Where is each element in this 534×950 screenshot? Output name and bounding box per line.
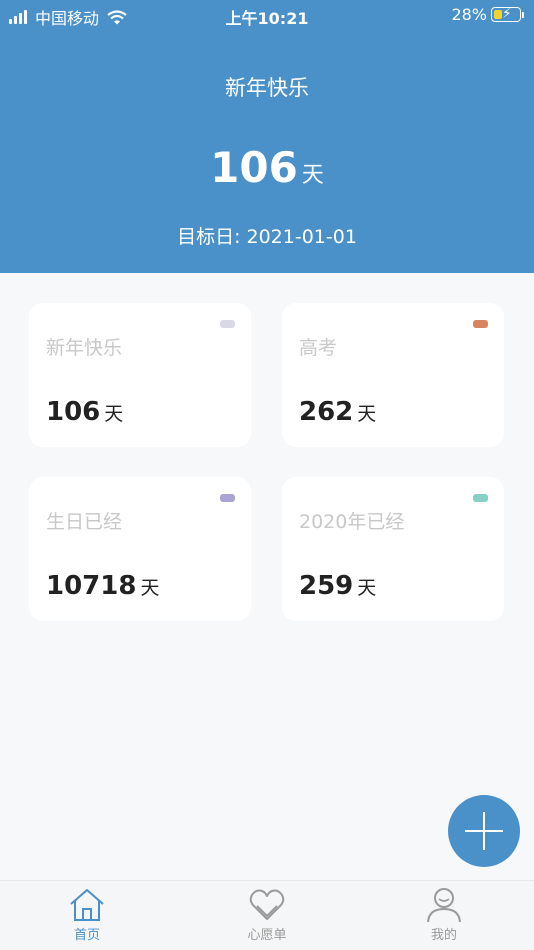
card-days: 262 <box>299 397 354 427</box>
card-title: 生日已经 <box>46 511 123 533</box>
tab-home[interactable]: 首页 <box>47 887 127 943</box>
battery-percent: 28% <box>451 5 487 24</box>
card-unit: 天 <box>104 403 124 425</box>
card-value: 10718 天 <box>46 571 159 601</box>
card-unit: 天 <box>357 577 377 599</box>
card-days: 10718 <box>46 571 137 601</box>
countdown-card-gaokao[interactable]: 高考 262 天 <box>282 303 504 447</box>
card-title: 新年快乐 <box>46 337 123 359</box>
home-icon <box>70 889 104 921</box>
hero-title: 新年快乐 <box>225 76 309 100</box>
card-value: 106 天 <box>46 397 123 427</box>
hero-target-date: 目标日: 2021-01-01 <box>177 226 357 248</box>
countdown-card-year-2020[interactable]: 2020年已经 259 天 <box>282 477 504 621</box>
battery-icon: ⚡ <box>491 6 521 22</box>
card-title: 2020年已经 <box>299 511 405 533</box>
tab-label: 心愿单 <box>247 928 287 943</box>
card-unit: 天 <box>357 403 377 425</box>
countdown-card-birthday[interactable]: 生日已经 10718 天 <box>29 477 251 621</box>
tab-label: 我的 <box>430 928 457 943</box>
tab-bar: 首页 心愿单 我的 <box>0 880 534 950</box>
card-unit: 天 <box>140 577 160 599</box>
tab-profile[interactable]: 我的 <box>404 887 484 943</box>
card-days: 259 <box>299 571 354 601</box>
status-bar: 中国移动 上午10:21 28% ⚡ <box>0 0 534 30</box>
tab-wishlist[interactable]: 心愿单 <box>227 887 307 943</box>
user-icon <box>427 888 461 923</box>
card-value: 259 天 <box>299 571 376 601</box>
hero-countdown: 106 天 <box>0 143 534 192</box>
heart-icon <box>249 889 285 920</box>
card-value: 262 天 <box>299 397 376 427</box>
card-color-tag <box>473 320 488 328</box>
header-banner: 中国移动 上午10:21 28% ⚡ 新年快乐 106 天 目标日: 2021-0… <box>0 0 534 273</box>
card-color-tag <box>220 494 235 502</box>
card-days: 106 <box>46 397 101 427</box>
hero-days: 106 <box>210 143 298 192</box>
card-color-tag <box>220 320 235 328</box>
card-title: 高考 <box>299 337 338 359</box>
tab-label: 首页 <box>73 928 100 943</box>
countdown-card-new-year[interactable]: 新年快乐 106 天 <box>29 303 251 447</box>
hero-unit: 天 <box>301 163 324 188</box>
card-color-tag <box>473 494 488 502</box>
add-countdown-button[interactable] <box>448 795 520 867</box>
